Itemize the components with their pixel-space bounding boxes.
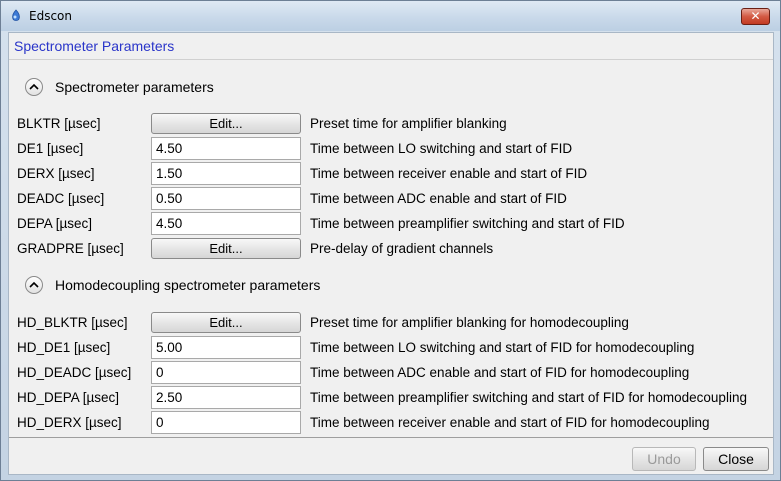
edscon-window: Edscon ✕ Spectrometer Parameters Spectro…	[0, 0, 781, 481]
param-label: HD_DE1 [µsec]	[17, 340, 111, 355]
edscon-app-icon	[12, 9, 20, 21]
collapse-chevron-up-icon[interactable]	[25, 78, 43, 96]
param-description: Time between ADC enable and start of FID	[310, 191, 567, 206]
param-label: DE1 [µsec]	[17, 141, 84, 156]
collapse-chevron-up-icon[interactable]	[25, 276, 43, 294]
blktr-edit-button[interactable]: Edit...	[151, 113, 301, 134]
param-description: Time between preamplifier switching and …	[310, 216, 625, 231]
param-description: Time between ADC enable and start of FID…	[310, 365, 690, 380]
param-row-depa: DEPA [µsec] 4.50 Time between preamplifi…	[9, 212, 773, 236]
depa-input[interactable]: 4.50	[151, 212, 301, 235]
param-row-derx: DERX [µsec] 1.50 Time between receiver e…	[9, 162, 773, 186]
param-label: HD_DERX [µsec]	[17, 415, 122, 430]
section-label: Homodecoupling spectrometer parameters	[55, 277, 321, 293]
hd-deadc-input[interactable]: 0	[151, 361, 301, 384]
de1-input[interactable]: 4.50	[151, 137, 301, 160]
param-label: DEADC [µsec]	[17, 191, 105, 206]
deadc-input[interactable]: 0.50	[151, 187, 301, 210]
param-description: Time between LO switching and start of F…	[310, 340, 695, 355]
param-description: Pre-delay of gradient channels	[310, 241, 494, 256]
parameters-panel: Spectrometer parameters BLKTR [µsec] Edi…	[9, 60, 773, 438]
param-row-de1: DE1 [µsec] 4.50 Time between LO switchin…	[9, 137, 773, 161]
param-row-hd-deadc: HD_DEADC [µsec] 0 Time between ADC enabl…	[9, 361, 773, 385]
param-label: HD_DEPA [µsec]	[17, 390, 120, 405]
page-title: Spectrometer Parameters	[14, 38, 175, 54]
param-label: DEPA [µsec]	[17, 216, 93, 231]
param-label: BLKTR [µsec]	[17, 116, 101, 131]
param-row-hd-derx: HD_DERX [µsec] 0 Time between receiver e…	[9, 411, 773, 435]
param-description: Time between LO switching and start of F…	[310, 141, 573, 156]
gradpre-edit-button[interactable]: Edit...	[151, 238, 301, 259]
param-label: HD_BLKTR [µsec]	[17, 315, 128, 330]
param-row-hd-de1: HD_DE1 [µsec] 5.00 Time between LO switc…	[9, 336, 773, 360]
param-row-deadc: DEADC [µsec] 0.50 Time between ADC enabl…	[9, 187, 773, 211]
dialog-content: Spectrometer Parameters Spectrometer par…	[8, 32, 774, 475]
hd-depa-input[interactable]: 2.50	[151, 386, 301, 409]
param-row-hd-blktr: HD_BLKTR [µsec] Edit... Preset time for …	[9, 311, 773, 335]
section-label: Spectrometer parameters	[55, 79, 214, 95]
hd-de1-input[interactable]: 5.00	[151, 336, 301, 359]
param-row-blktr: BLKTR [µsec] Edit... Preset time for amp…	[9, 112, 773, 136]
param-description: Preset time for amplifier blanking	[310, 116, 507, 131]
param-label: GRADPRE [µsec]	[17, 241, 124, 256]
title-bar[interactable]: Edscon ✕	[1, 1, 780, 31]
param-row-hd-depa: HD_DEPA [µsec] 2.50 Time between preampl…	[9, 386, 773, 410]
window-title: Edscon	[29, 9, 72, 23]
derx-input[interactable]: 1.50	[151, 162, 301, 185]
param-description: Time between receiver enable and start o…	[310, 415, 710, 430]
hd-blktr-edit-button[interactable]: Edit...	[151, 312, 301, 333]
param-description: Time between receiver enable and start o…	[310, 166, 588, 181]
window-close-button[interactable]: ✕	[741, 8, 770, 25]
undo-button[interactable]: Undo	[632, 447, 696, 471]
param-description: Time between preamplifier switching and …	[310, 390, 747, 405]
param-label: DERX [µsec]	[17, 166, 95, 181]
param-row-gradpre: GRADPRE [µsec] Edit... Pre-delay of grad…	[9, 237, 773, 261]
param-label: HD_DEADC [µsec]	[17, 365, 132, 380]
param-description: Preset time for amplifier blanking for h…	[310, 315, 629, 330]
close-button[interactable]: Close	[703, 447, 769, 471]
hd-derx-input[interactable]: 0	[151, 411, 301, 434]
